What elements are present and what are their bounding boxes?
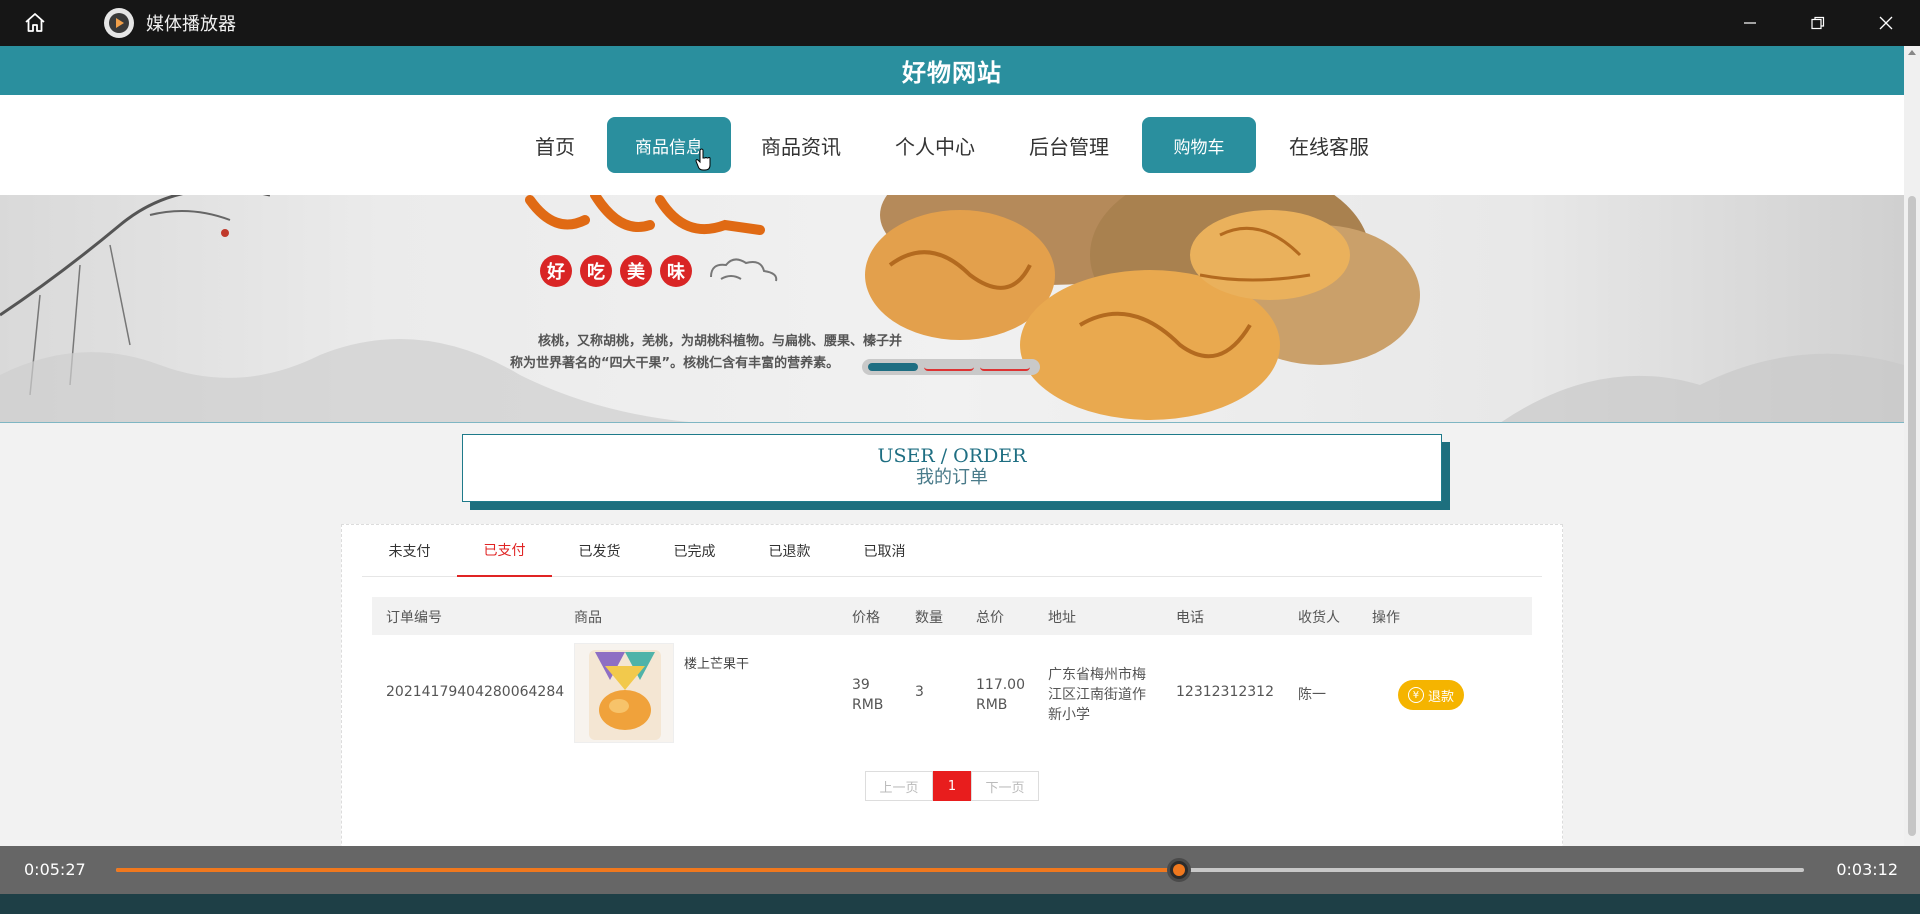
seek-bar-progress xyxy=(116,868,1180,872)
carousel-dot[interactable] xyxy=(980,363,1030,371)
site-header: 好物网站 xyxy=(0,46,1904,95)
tab-paid[interactable]: 已支付 xyxy=(457,525,552,577)
product-thumbnail[interactable] xyxy=(574,643,674,743)
table-row: 20214179404280064284 楼上芒果干 39 RMB 3 117.… xyxy=(372,643,1532,743)
vertical-scrollbar[interactable] xyxy=(1904,46,1920,846)
seek-bar[interactable] xyxy=(116,858,1804,882)
product-name[interactable]: 楼上芒果干 xyxy=(684,653,749,672)
address-line2: 江区江南街道作 xyxy=(1048,687,1146,703)
th-product: 商品 xyxy=(574,610,602,626)
badge-hao: 好 xyxy=(540,255,572,287)
th-receiver: 收货人 xyxy=(1298,610,1340,626)
th-order-no: 订单编号 xyxy=(386,610,442,626)
nav-item-admin[interactable]: 后台管理 xyxy=(1014,117,1124,173)
nav-item-cart[interactable]: 购物车 xyxy=(1142,117,1256,173)
banner-carousel-dots xyxy=(862,359,1040,375)
address-line3: 新小学 xyxy=(1048,707,1090,723)
phone-value: 12312312312 xyxy=(1176,684,1274,700)
remaining-time: 0:03:12 xyxy=(1836,860,1898,879)
price-value: 39 xyxy=(852,677,870,693)
th-quantity: 数量 xyxy=(915,610,943,626)
play-circle-icon xyxy=(104,8,134,38)
receiver-value: 陈一 xyxy=(1298,687,1326,703)
prev-page-button[interactable]: 上一页 xyxy=(865,771,933,801)
address-cell: 广东省梅州市梅 江区江南街道作 新小学 xyxy=(1048,665,1146,725)
window-title: 媒体播放器 xyxy=(146,14,236,35)
scroll-up-arrow-icon[interactable] xyxy=(1908,50,1916,55)
order-status-tabs: 未支付 已支付 已发货 已完成 已退款 已取消 xyxy=(362,525,1542,577)
current-page-button[interactable]: 1 xyxy=(933,771,971,801)
total-value: 117.00 xyxy=(976,677,1025,693)
carousel-dot[interactable] xyxy=(924,363,974,371)
calligraphy-title-decoration xyxy=(525,195,765,235)
total-unit: RMB xyxy=(976,697,1008,713)
main-nav: 首页 商品信息 商品资讯 个人中心 后台管理 购物车 在线客服 xyxy=(0,95,1904,195)
price-unit: RMB xyxy=(852,697,884,713)
refund-button[interactable]: ¥ 退款 xyxy=(1398,680,1464,710)
th-address: 地址 xyxy=(1048,610,1076,626)
home-icon[interactable] xyxy=(18,6,52,40)
tab-cancelled[interactable]: 已取消 xyxy=(837,525,932,577)
cloud-icon xyxy=(710,258,778,282)
tab-shipped[interactable]: 已发货 xyxy=(552,525,647,577)
site-title: 好物网站 xyxy=(902,59,1002,87)
order-title-cn: 我的订单 xyxy=(916,467,988,488)
badge-wei: 味 xyxy=(660,255,692,287)
nav-item-news[interactable]: 商品资讯 xyxy=(748,117,854,173)
nav-item-products[interactable]: 商品信息 xyxy=(607,117,731,173)
mouse-cursor-icon xyxy=(694,148,712,176)
address-line1: 广东省梅州市梅 xyxy=(1048,667,1146,683)
order-number: 20214179404280064284 xyxy=(386,684,565,700)
scrollbar-thumb[interactable] xyxy=(1908,196,1916,836)
th-action: 操作 xyxy=(1372,610,1400,626)
window-controls xyxy=(1716,0,1920,46)
restore-icon[interactable] xyxy=(1784,0,1852,46)
badge-mei: 美 xyxy=(620,255,652,287)
nav-item-home[interactable]: 首页 xyxy=(520,117,590,173)
close-icon[interactable] xyxy=(1852,0,1920,46)
minimize-icon[interactable] xyxy=(1716,0,1784,46)
yen-icon: ¥ xyxy=(1407,687,1424,703)
web-viewport: 好物网站 首页 商品信息 商品资讯 个人中心 后台管理 购物车 在线客服 好 吃 xyxy=(0,46,1904,846)
product-package-image xyxy=(589,650,661,740)
seek-bar-thumb[interactable] xyxy=(1167,858,1192,882)
tab-completed[interactable]: 已完成 xyxy=(647,525,742,577)
tab-refunded[interactable]: 已退款 xyxy=(742,525,837,577)
elapsed-time: 0:05:27 xyxy=(24,860,86,879)
th-price: 价格 xyxy=(852,610,880,626)
table-header: 订单编号 商品 价格 数量 总价 地址 电话 收货人 操作 xyxy=(372,597,1532,635)
nav-item-support[interactable]: 在线客服 xyxy=(1276,117,1382,173)
total-cell: 117.00 RMB xyxy=(976,675,1025,715)
tab-unpaid[interactable]: 未支付 xyxy=(362,525,457,577)
badge-chi: 吃 xyxy=(580,255,612,287)
quantity-value: 3 xyxy=(915,684,924,700)
price-cell: 39 RMB xyxy=(852,675,883,715)
bottom-strip xyxy=(0,894,1920,914)
badge-row: 好 吃 美 味 xyxy=(540,255,692,287)
order-title-en: USER / ORDER xyxy=(877,445,1027,467)
orders-panel: 未支付 已支付 已发货 已完成 已退款 已取消 订单编号 商品 价格 数量 总价… xyxy=(341,524,1563,846)
th-total: 总价 xyxy=(976,610,1004,626)
hero-banner: 好 吃 美 味 核桃，又称胡桃，羌桃，为胡桃科植物。与扁桃、腰果、榛子并 称为世… xyxy=(0,195,1904,423)
pagination: 上一页 1 下一页 xyxy=(865,771,1039,801)
nav-item-profile[interactable]: 个人中心 xyxy=(880,117,990,173)
next-page-button[interactable]: 下一页 xyxy=(971,771,1039,801)
th-phone: 电话 xyxy=(1176,610,1204,626)
walnuts-image xyxy=(865,195,1420,420)
carousel-dot-active[interactable] xyxy=(868,363,918,371)
refund-button-label: 退款 xyxy=(1427,689,1454,705)
media-player-bar: 0:05:27 0:03:12 xyxy=(0,846,1920,894)
window-title-bar: 媒体播放器 xyxy=(0,0,1920,46)
order-section-header: USER / ORDER 我的订单 xyxy=(462,434,1442,502)
